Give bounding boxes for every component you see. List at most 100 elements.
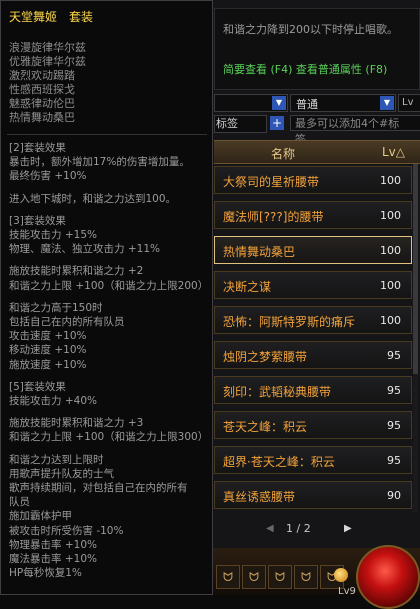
set-effect-line: 被攻击时所受伤害 -10%	[9, 524, 124, 537]
item-row[interactable]: 苍天之峰：积云 95	[214, 411, 412, 439]
item-level: 100	[380, 314, 401, 327]
name-column-header[interactable]: 名称	[250, 145, 316, 162]
set-effect-heading: [2]套装效果	[9, 142, 66, 154]
item-row[interactable]: 超界·苍天之峰：积云 95	[214, 446, 412, 474]
item-row[interactable]: 真丝诱惑腰带 90	[214, 481, 412, 509]
quick-slot[interactable]: ᗢ	[216, 565, 240, 589]
description-text: 和谐之力降到200以下时停止唱歌。	[223, 23, 398, 36]
item-row[interactable]: 恐怖：阿斯特罗斯的痛斥 100	[214, 306, 412, 334]
item-row[interactable]: 刻印：武韬秘典腰带 95	[214, 376, 412, 404]
set-effect-line: 和谐之力高于150时	[9, 301, 103, 314]
set-effect-heading: [5]套装效果	[9, 380, 66, 393]
set-effects: [2]套装效果暴击时，额外增加17%的伤害增加量。 最终伤害 +10% 进入地下城时…	[9, 141, 208, 580]
set-item-name: 热情舞动桑巴	[9, 111, 75, 124]
set-effect-heading: [3]套装效果	[9, 214, 66, 227]
page-indicator: 1 / 2	[286, 522, 311, 535]
item-level: 100	[380, 279, 401, 292]
view-shortcuts-link[interactable]: 简要查看 (F4) 查看普通属性 (F8)	[223, 61, 387, 77]
set-effect-line: 魔法暴击率 +10%	[9, 553, 97, 566]
item-level: 100	[380, 244, 401, 257]
scrollbar[interactable]	[413, 164, 418, 512]
set-item-list: 浪漫旋律华尔兹 优雅旋律华尔兹 激烈欢动踢踏 性感西班探戈 魅惑律动伦巴 热情舞动桑巴	[9, 41, 86, 125]
set-effect-line: 物理暴击率 +10%	[9, 538, 97, 551]
scrollbar-thumb[interactable]	[413, 164, 418, 374]
item-row[interactable]: 大祭司的星祈腰带 100	[214, 166, 412, 194]
item-row[interactable]: 热情舞动桑巴 100	[214, 236, 412, 264]
divider	[7, 134, 207, 135]
set-effect-line: 和谐之力上限 +100（和谐之力上限200）	[9, 279, 209, 292]
set-effect-line: 技能攻击力 +40%	[9, 395, 97, 408]
chevron-down-icon[interactable]: ▼	[380, 96, 394, 110]
set-effect-line: 施加霸体护甲	[9, 510, 72, 523]
tag-input[interactable]: 最多可以添加4个#标签。	[290, 115, 420, 146]
item-name: 真丝诱惑腰带	[223, 490, 296, 504]
tooltip-title: 天堂舞姬 套装	[9, 10, 94, 24]
set-effect-line: 施放技能时累积和谐之力 +2	[9, 265, 144, 278]
item-level: 100	[380, 209, 401, 222]
item-row[interactable]: 烛阴之梦萦腰带 95	[214, 341, 412, 369]
set-effect-line: 暴击时，额外增加17%的伤害增加量。	[9, 156, 190, 169]
set-effect-line: 施放速度 +10%	[9, 358, 87, 371]
quick-slot[interactable]: ᗢ	[268, 565, 292, 589]
set-item-name: 性感西班探戈	[9, 83, 75, 96]
character-level: Lv9	[338, 586, 356, 597]
set-effect-line: 和谐之力上限 +100（和谐之力上限300）	[9, 431, 209, 444]
grade-filter-dropdown[interactable]: 普通 ▼	[290, 94, 396, 112]
item-name: 魔法师[???]的腰带	[223, 210, 324, 224]
set-item-name: 魅惑律动伦巴	[9, 97, 75, 110]
set-item-name: 优雅旋律华尔兹	[9, 55, 86, 68]
type-filter-dropdown[interactable]: ▼	[214, 94, 288, 112]
chevron-down-icon[interactable]: ▼	[272, 96, 286, 110]
item-level: 90	[387, 489, 401, 502]
set-effect-line: HP每秒恢复1%	[9, 567, 82, 580]
item-name: 热情舞动桑巴	[223, 245, 296, 259]
item-level: 95	[387, 454, 401, 467]
item-row[interactable]: 决断之谋 100	[214, 271, 412, 299]
set-effect-line: 队员	[9, 496, 30, 509]
quick-slot[interactable]: ᗢ	[294, 565, 318, 589]
item-name: 刻印：武韬秘典腰带	[223, 385, 332, 399]
set-effect-line: 最终伤害 +10%	[9, 170, 87, 183]
set-effect-line: 歌声持续期间，对包括自己在内的所有	[9, 482, 188, 495]
previous-page-button[interactable]: ◀	[266, 523, 274, 534]
tag-label: 标签	[214, 115, 267, 133]
filter-row: ▼ 普通 ▼ Lv	[214, 94, 420, 112]
set-effect-line: 和谐之力达到上限时	[9, 453, 104, 466]
gold-orb-icon	[334, 568, 348, 582]
set-tooltip: 天堂舞姬 套装 浪漫旋律华尔兹 优雅旋律华尔兹 激烈欢动踢踏 性感西班探戈 魅惑律动伦巴…	[0, 0, 213, 595]
item-name: 大祭司的星祈腰带	[223, 175, 320, 189]
set-effect-line: 攻击速度 +10%	[9, 330, 87, 343]
set-item-name: 浪漫旋律华尔兹	[9, 41, 86, 54]
add-tag-button[interactable]: +	[270, 116, 284, 130]
tag-row: 标签 + 最多可以添加4个#标签。	[214, 115, 420, 146]
item-level: 95	[387, 419, 401, 432]
set-item-name: 激烈欢动踢踏	[9, 69, 75, 82]
item-row[interactable]: 魔法师[???]的腰带 100	[214, 201, 412, 229]
quick-slot[interactable]: ᗢ	[242, 565, 266, 589]
level-column-header[interactable]: Lv△	[382, 145, 405, 159]
item-name: 恐怖：阿斯特罗斯的痛斥	[223, 315, 356, 329]
level-filter[interactable]: Lv	[398, 94, 420, 112]
item-name: 超界·苍天之峰：积云	[223, 455, 335, 469]
item-level: 95	[387, 349, 401, 362]
set-effect-line: 施放技能时累积和谐之力 +3	[9, 417, 144, 430]
item-level: 95	[387, 384, 401, 397]
set-effect-line: 进入地下城时，和谐之力达到100。	[9, 192, 177, 205]
grade-filter-value: 普通	[296, 98, 318, 111]
set-effect-line: 包括自己在内的所有队员	[9, 316, 125, 329]
pagination: ◀ 1 / 2 ▶	[214, 515, 412, 543]
set-effect-line: 技能攻击力 +15%	[9, 229, 97, 242]
hp-orb	[356, 545, 420, 609]
set-effect-line: 移动速度 +10%	[9, 344, 87, 357]
item-name: 烛阴之梦萦腰带	[223, 350, 308, 364]
list-header: 名称 Lv△	[214, 140, 420, 164]
next-page-button[interactable]: ▶	[344, 523, 352, 534]
item-name: 苍天之峰：积云	[223, 420, 308, 434]
item-level: 100	[380, 174, 401, 187]
